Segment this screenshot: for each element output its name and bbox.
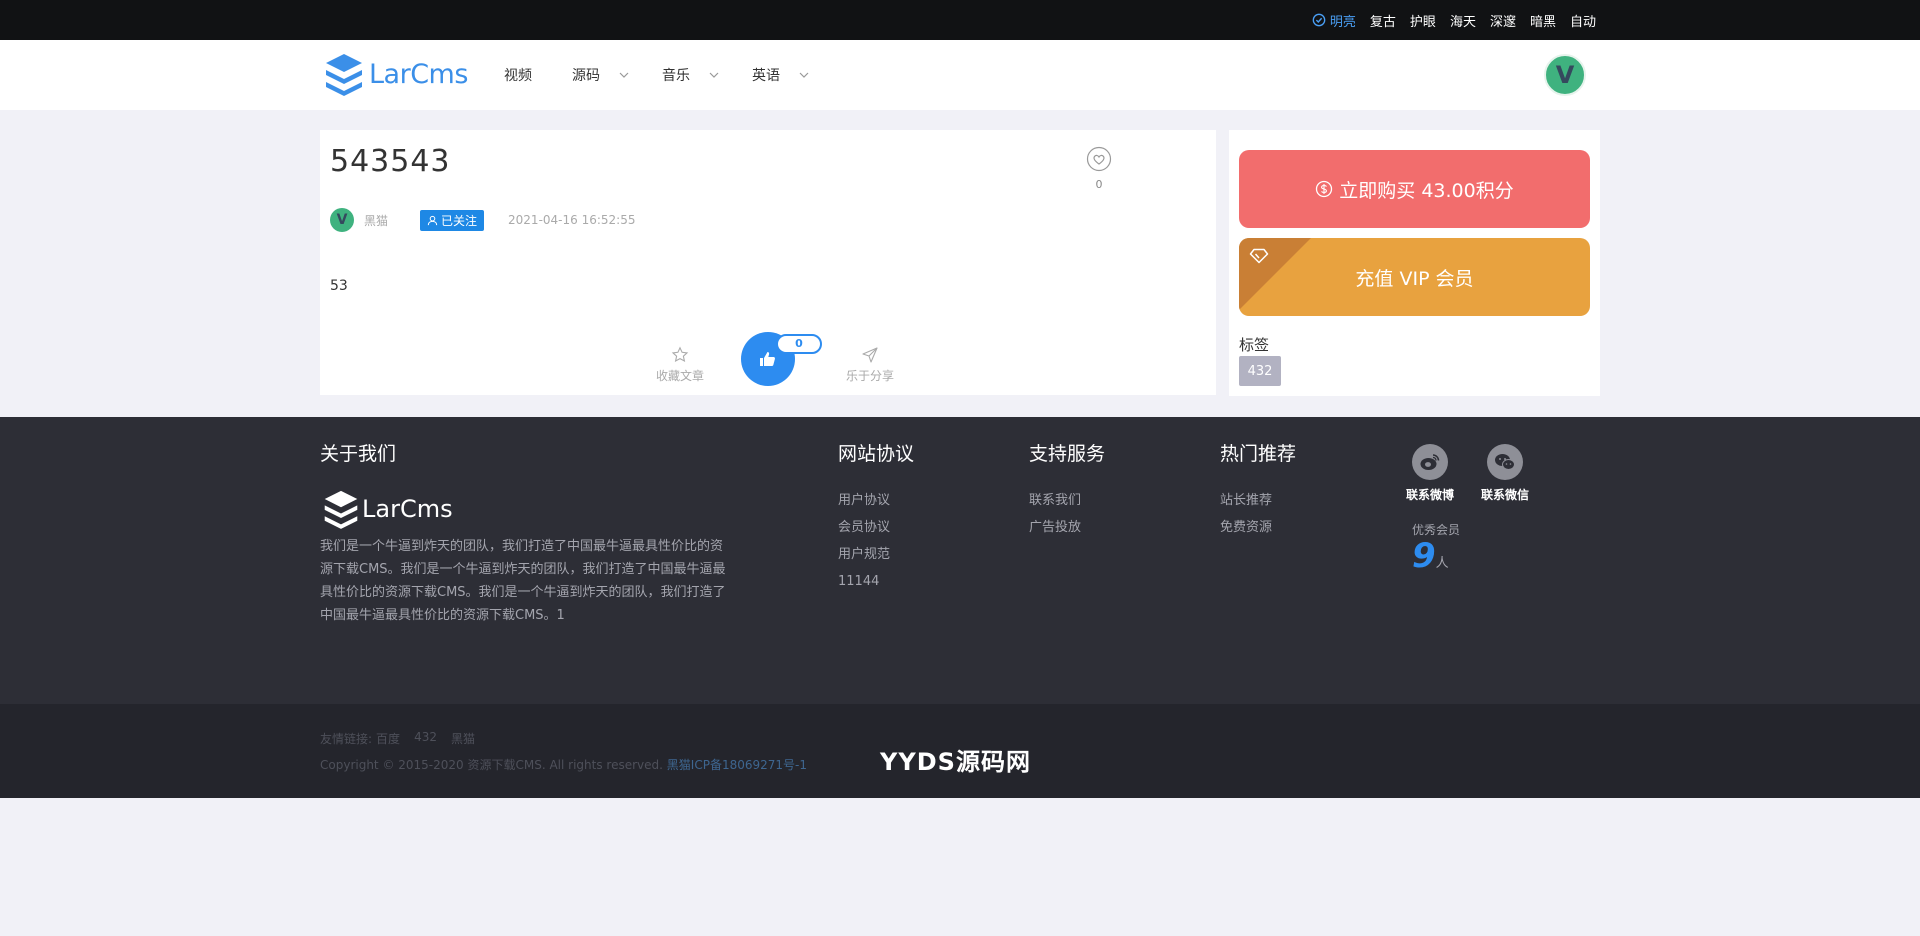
footer-link[interactable]: 免费资源 xyxy=(1220,514,1272,541)
footer-logo-text: LarCms xyxy=(362,495,453,523)
footer-link[interactable]: 11144 xyxy=(838,568,890,595)
theme-bright[interactable]: 明亮 xyxy=(1312,11,1356,30)
theme-switcher: 明亮 复古 护眼 海天 深邃 暗黑 自动 xyxy=(1312,0,1596,40)
share-button[interactable]: 乐于分享 xyxy=(840,346,900,384)
share-label: 乐于分享 xyxy=(845,369,894,383)
wechat-contact[interactable]: 联系微信 xyxy=(1481,444,1529,503)
about-title: 关于我们 xyxy=(320,443,397,465)
purchase-sidebar: 立即购买 43.00积分 充值 VIP 会员 标签 432 xyxy=(1229,130,1600,396)
support-title: 支持服务 xyxy=(1029,443,1106,465)
coin-icon xyxy=(1316,180,1333,198)
nav-item-video[interactable]: 视频 xyxy=(504,65,532,85)
icp-link[interactable]: 黑猫ICP备18069271号-1 xyxy=(667,758,807,772)
follow-label: 已关注 xyxy=(441,213,478,228)
weibo-icon xyxy=(1412,444,1448,480)
article-title: 543543 xyxy=(330,144,451,179)
friend-links: 友情链接: 百度 432 黑猫 xyxy=(320,730,475,747)
chevron-down-icon xyxy=(709,72,719,78)
favorite-button[interactable]: 收藏文章 xyxy=(650,346,710,384)
footer-link[interactable]: 会员协议 xyxy=(838,514,890,541)
footer-logo: LarCms xyxy=(322,489,453,529)
friend-links-label: 友情链接: xyxy=(320,732,373,746)
footer-link[interactable]: 站长推荐 xyxy=(1220,487,1272,514)
article-body: 53 xyxy=(330,278,348,294)
nav-item-music[interactable]: 音乐 xyxy=(662,65,720,85)
author-name[interactable]: 黑猫 xyxy=(364,212,388,229)
vip-label: 充值 VIP 会员 xyxy=(1355,267,1474,290)
hot-title: 热门推荐 xyxy=(1220,443,1297,465)
buy-button[interactable]: 立即购买 43.00积分 xyxy=(1239,150,1590,228)
copyright: Copyright © 2015-2020 资源下载CMS. All right… xyxy=(320,756,807,773)
user-icon xyxy=(427,215,438,225)
thumb-up-icon xyxy=(760,352,775,366)
publish-date: 2021-04-16 16:52:55 xyxy=(508,213,636,227)
layers-logo-icon xyxy=(326,54,362,96)
chevron-down-icon xyxy=(799,72,809,78)
theme-dark[interactable]: 暗黑 xyxy=(1530,11,1556,30)
nav-item-english[interactable]: 英语 xyxy=(752,65,810,85)
tags-heading: 标签 xyxy=(1239,336,1270,354)
theme-eyecare[interactable]: 护眼 xyxy=(1410,11,1436,30)
wechat-label: 联系微信 xyxy=(1481,488,1530,502)
site-header: LarCms 视频 源码 音乐 英语 V xyxy=(0,40,1920,110)
protocol-links: 用户协议 会员协议 用户规范 11144 xyxy=(838,487,890,595)
members-unit: 人 xyxy=(1435,556,1449,571)
friend-link[interactable]: 432 xyxy=(414,730,437,747)
main-nav: 视频 源码 音乐 英语 xyxy=(504,40,842,110)
author-avatar[interactable]: V xyxy=(330,208,354,232)
nav-label: 视频 xyxy=(504,68,532,84)
nav-item-source[interactable]: 源码 xyxy=(572,65,630,85)
footer-link[interactable]: 用户规范 xyxy=(838,541,890,568)
support-links: 联系我们 广告投放 xyxy=(1029,487,1081,541)
weibo-label: 联系微博 xyxy=(1406,488,1455,502)
heart-icon xyxy=(1086,146,1112,172)
theme-retro[interactable]: 复古 xyxy=(1370,11,1396,30)
protocol-title: 网站协议 xyxy=(838,443,915,465)
theme-deep[interactable]: 深邃 xyxy=(1490,11,1516,30)
theme-bar: 明亮 复古 护眼 海天 深邃 暗黑 自动 xyxy=(0,0,1920,40)
members-stat: 优秀会员 9人 xyxy=(1412,521,1460,574)
friend-link[interactable]: 黑猫 xyxy=(451,730,475,747)
friend-link[interactable]: 百度 xyxy=(376,730,400,747)
weibo-contact[interactable]: 联系微博 xyxy=(1406,444,1454,503)
wechat-icon xyxy=(1487,444,1523,480)
article-meta: V 黑猫 已关注 2021-04-16 16:52:55 xyxy=(330,208,635,232)
thumb-up-count: 0 xyxy=(776,334,822,354)
article-actions: 收藏文章 0 乐于分享 xyxy=(650,332,950,392)
check-circle-icon xyxy=(1312,13,1326,27)
like-widget[interactable]: 0 xyxy=(1084,146,1114,191)
favorite-label: 收藏文章 xyxy=(655,369,704,383)
like-count: 0 xyxy=(1095,178,1103,191)
layers-logo-icon xyxy=(324,490,358,529)
members-count: 9 xyxy=(1412,536,1436,576)
tag-item[interactable]: 432 xyxy=(1239,356,1281,386)
nav-label: 英语 xyxy=(752,68,780,84)
copyright-text: Copyright © 2015-2020 资源下载CMS. All right… xyxy=(320,758,663,772)
footer-link[interactable]: 联系我们 xyxy=(1029,487,1081,514)
theme-label: 明亮 xyxy=(1329,14,1356,30)
buy-label: 立即购买 43.00积分 xyxy=(1339,179,1514,202)
site-footer: 关于我们 LarCms 我们是一个牛逼到炸天的团队，我们打造了中国最牛逼最具性价… xyxy=(0,417,1920,704)
theme-sea[interactable]: 海天 xyxy=(1450,11,1476,30)
site-logo[interactable]: LarCms xyxy=(323,52,468,96)
watermark-brand: YYDS源码网 xyxy=(880,748,1031,776)
diamond-icon xyxy=(1249,248,1269,264)
nav-label: 源码 xyxy=(572,68,600,84)
send-icon xyxy=(862,347,878,363)
star-icon xyxy=(671,346,689,363)
nav-label: 音乐 xyxy=(662,68,690,84)
vip-button[interactable]: 充值 VIP 会员 xyxy=(1239,238,1590,316)
article-card: 543543 0 V 黑猫 已关注 2021-04-16 16:52:55 53… xyxy=(320,130,1216,395)
hot-links: 站长推荐 免费资源 xyxy=(1220,487,1272,541)
bottom-bar: 友情链接: 百度 432 黑猫 Copyright © 2015-2020 资源… xyxy=(0,704,1920,798)
footer-link[interactable]: 用户协议 xyxy=(838,487,890,514)
follow-button[interactable]: 已关注 xyxy=(420,209,485,231)
chevron-down-icon xyxy=(619,72,629,78)
user-avatar[interactable]: V xyxy=(1544,54,1586,96)
footer-link[interactable]: 广告投放 xyxy=(1029,514,1081,541)
logo-text: LarCms xyxy=(369,58,468,90)
about-text: 我们是一个牛逼到炸天的团队，我们打造了中国最牛逼最具性价比的资源下载CMS。我们… xyxy=(320,539,726,623)
theme-auto[interactable]: 自动 xyxy=(1570,11,1596,30)
